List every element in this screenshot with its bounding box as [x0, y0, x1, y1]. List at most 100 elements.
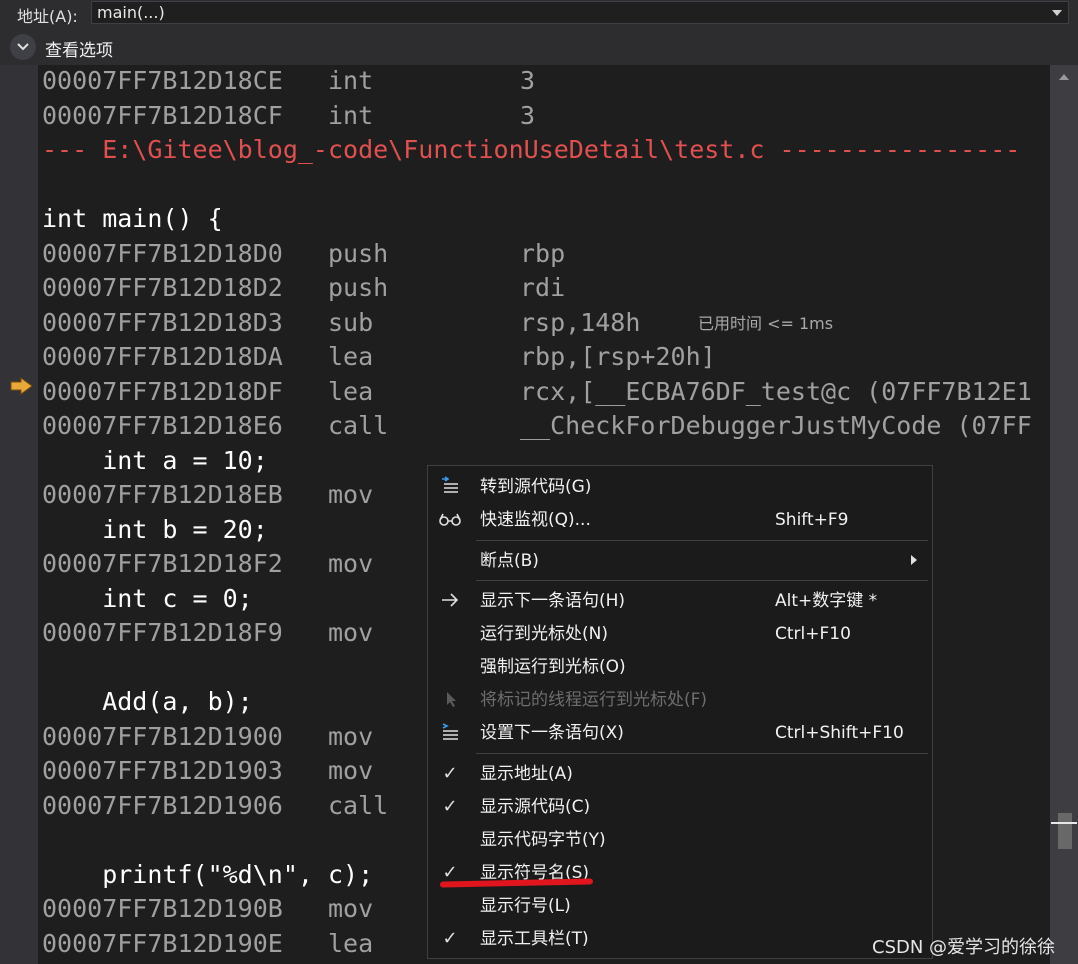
chevron-down-icon[interactable]: [1052, 10, 1062, 16]
instruction-address: 00007FF7B12D1906: [42, 791, 283, 820]
disassembly-instruction-row[interactable]: 00007FF7B12D18CF int 3: [42, 100, 535, 134]
disassembly-instruction-row[interactable]: 00007FF7B12D18E6 call __CheckForDebuggerJu…: [42, 410, 1032, 444]
instruction-operand: rcx,[__ECBA76DF_test@c (07FF7B12E1: [520, 377, 1032, 406]
instruction-operand: 3: [520, 101, 536, 130]
chevron-down-icon: [17, 43, 29, 51]
menu-separator: [476, 540, 928, 541]
disassembly-instruction-row[interactable]: 00007FF7B12D18DA lea rbp,[rsp+20h]: [42, 341, 716, 375]
menu-item-breakpoint[interactable]: 断点(B): [428, 545, 932, 577]
elapsed-time-note: 已用时间 <= 1ms: [698, 314, 834, 333]
instruction-mnemonic: call: [328, 791, 389, 820]
disassembly-instruction-row[interactable]: 00007FF7B12D190B mov: [42, 893, 373, 927]
menu-item-shortcut: Shift+F9: [775, 510, 849, 530]
menu-item-label: 显示源代码(C): [480, 797, 591, 817]
goto-source-icon: [438, 475, 462, 499]
address-combo[interactable]: main(...): [91, 1, 1069, 24]
instruction-operand: 3: [520, 66, 536, 95]
menu-separator: [476, 580, 928, 581]
instruction-address: 00007FF7B12D18D2: [42, 273, 283, 302]
instruction-mnemonic: mov: [328, 894, 374, 923]
instruction-mnemonic: lea: [328, 929, 374, 958]
disassembly-instruction-row[interactable]: 00007FF7B12D18CE int 3: [42, 65, 535, 99]
menu-item-run-flagged-threads: 将标记的线程运行到光标处(F): [428, 684, 932, 716]
instruction-mnemonic: mov: [328, 480, 374, 509]
menu-item-set-next-statement[interactable]: 设置下一条语句(X) Ctrl+Shift+F10: [428, 717, 932, 749]
instruction-operand: rbp: [520, 239, 566, 268]
submenu-arrow-icon: [911, 555, 917, 565]
menu-item-quick-watch[interactable]: 快速监视(Q)... Shift+F9: [428, 504, 932, 536]
instruction-address: 00007FF7B12D18DF: [42, 377, 283, 406]
instruction-mnemonic: mov: [328, 549, 374, 578]
menu-item-label: 显示行号(L): [480, 896, 571, 916]
instruction-operand: rbp,[rsp+20h]: [520, 342, 716, 371]
address-value: main(...): [97, 3, 165, 22]
disassembly-instruction-row[interactable]: 00007FF7B12D1903 mov: [42, 755, 373, 789]
source-code-line[interactable]: int b = 20;: [42, 514, 268, 548]
menu-item-force-run-to-cursor[interactable]: 强制运行到光标(O): [428, 651, 932, 683]
menu-item-show-toolbar[interactable]: ✓ 显示工具栏(T): [428, 923, 932, 955]
instruction-mnemonic: push: [328, 239, 389, 268]
disassembly-instruction-row[interactable]: 00007FF7B12D18EB mov: [42, 479, 373, 513]
menu-item-label: 设置下一条语句(X): [480, 723, 624, 743]
disassembly-instruction-row[interactable]: 00007FF7B12D18D3 sub rsp,148h 已用时间 <= 1ms: [42, 307, 833, 341]
source-file-header[interactable]: --- E:\Gitee\blog_-code\FunctionUseDetai…: [42, 134, 1020, 168]
instruction-operand: __CheckForDebuggerJustMyCode (07FF: [520, 411, 1032, 440]
menu-item-show-code-bytes[interactable]: 显示代码字节(Y): [428, 824, 932, 856]
scrollbar-thumb[interactable]: [1058, 813, 1072, 849]
menu-item-label: 显示地址(A): [480, 764, 573, 784]
menu-item-label: 显示代码字节(Y): [480, 830, 606, 850]
instruction-address: 00007FF7B12D190E: [42, 929, 283, 958]
menu-item-show-next-statement[interactable]: 显示下一条语句(H) Alt+数字键 *: [428, 585, 932, 617]
menu-item-label: 将标记的线程运行到光标处(F): [480, 690, 708, 710]
menu-item-shortcut: Ctrl+Shift+F10: [775, 723, 904, 743]
menu-item-label: 断点(B): [480, 551, 539, 571]
source-code-line[interactable]: int main() {: [42, 203, 223, 237]
disassembly-instruction-row[interactable]: 00007FF7B12D18D0 push rbp: [42, 238, 565, 272]
indicator-margin[interactable]: [0, 65, 38, 964]
watermark: CSDN @爱学习的徐徐: [872, 937, 1056, 958]
disassembly-instruction-row[interactable]: 00007FF7B12D18DF lea rcx,[__ECBA76DF_test@…: [42, 376, 1032, 410]
instruction-address: 00007FF7B12D18F9: [42, 618, 283, 647]
view-options-toggle-button[interactable]: [10, 34, 36, 60]
instruction-address: 00007FF7B12D18EB: [42, 480, 283, 509]
disassembly-instruction-row[interactable]: 00007FF7B12D1906 call: [42, 790, 388, 824]
instruction-address: 00007FF7B12D18E6: [42, 411, 283, 440]
menu-item-show-line-numbers[interactable]: 显示行号(L): [428, 890, 932, 922]
menu-item-shortcut: Alt+数字键 *: [775, 591, 878, 611]
menu-item-show-source[interactable]: ✓ 显示源代码(C): [428, 791, 932, 823]
menu-item-label: 运行到光标处(N): [480, 624, 608, 644]
menu-item-goto-source[interactable]: 转到源代码(G): [428, 471, 932, 503]
source-code-line[interactable]: printf("%d\n", c);: [42, 859, 373, 893]
source-code-line[interactable]: Add(a, b);: [42, 686, 253, 720]
instruction-address: 00007FF7B12D18D0: [42, 239, 283, 268]
check-icon: ✓: [442, 796, 458, 817]
menu-item-label: 强制运行到光标(O): [480, 657, 626, 677]
disassembly-instruction-row[interactable]: 00007FF7B12D1900 mov: [42, 721, 373, 755]
disassembly-instruction-row[interactable]: 00007FF7B12D18F9 mov: [42, 617, 373, 651]
menu-item-run-to-cursor[interactable]: 运行到光标处(N) Ctrl+F10: [428, 618, 932, 650]
scroll-up-icon[interactable]: [1059, 74, 1069, 80]
instruction-mnemonic: call: [328, 411, 389, 440]
instruction-mnemonic: mov: [328, 756, 374, 785]
address-label: 地址(A):: [17, 7, 78, 26]
disassembly-instruction-row[interactable]: 00007FF7B12D18F2 mov: [42, 548, 373, 582]
check-icon: ✓: [442, 928, 458, 949]
scrollbar-position-marker: [1051, 822, 1077, 824]
disassembly-instruction-row[interactable]: 00007FF7B12D190E lea: [42, 928, 373, 962]
source-code-line[interactable]: int a = 10;: [42, 445, 268, 479]
glasses-icon: [438, 508, 462, 532]
instruction-address: 00007FF7B12D18F2: [42, 549, 283, 578]
source-code-line[interactable]: int c = 0;: [42, 583, 253, 617]
instruction-address: 00007FF7B12D18D3: [42, 308, 283, 337]
instruction-address: 00007FF7B12D190B: [42, 894, 283, 923]
instruction-mnemonic: lea: [328, 377, 374, 406]
disassembly-instruction-row[interactable]: 00007FF7B12D18D2 push rdi: [42, 272, 565, 306]
instruction-address: 00007FF7B12D18CF: [42, 101, 283, 130]
menu-item-show-address[interactable]: ✓ 显示地址(A): [428, 758, 932, 790]
vertical-scrollbar[interactable]: [1050, 65, 1078, 964]
instruction-address: 00007FF7B12D1903: [42, 756, 283, 785]
menu-item-label: 显示下一条语句(H): [480, 591, 626, 611]
instruction-operand: rsp,148h: [520, 308, 641, 337]
instruction-mnemonic: lea: [328, 342, 374, 371]
check-icon: ✓: [442, 763, 458, 784]
